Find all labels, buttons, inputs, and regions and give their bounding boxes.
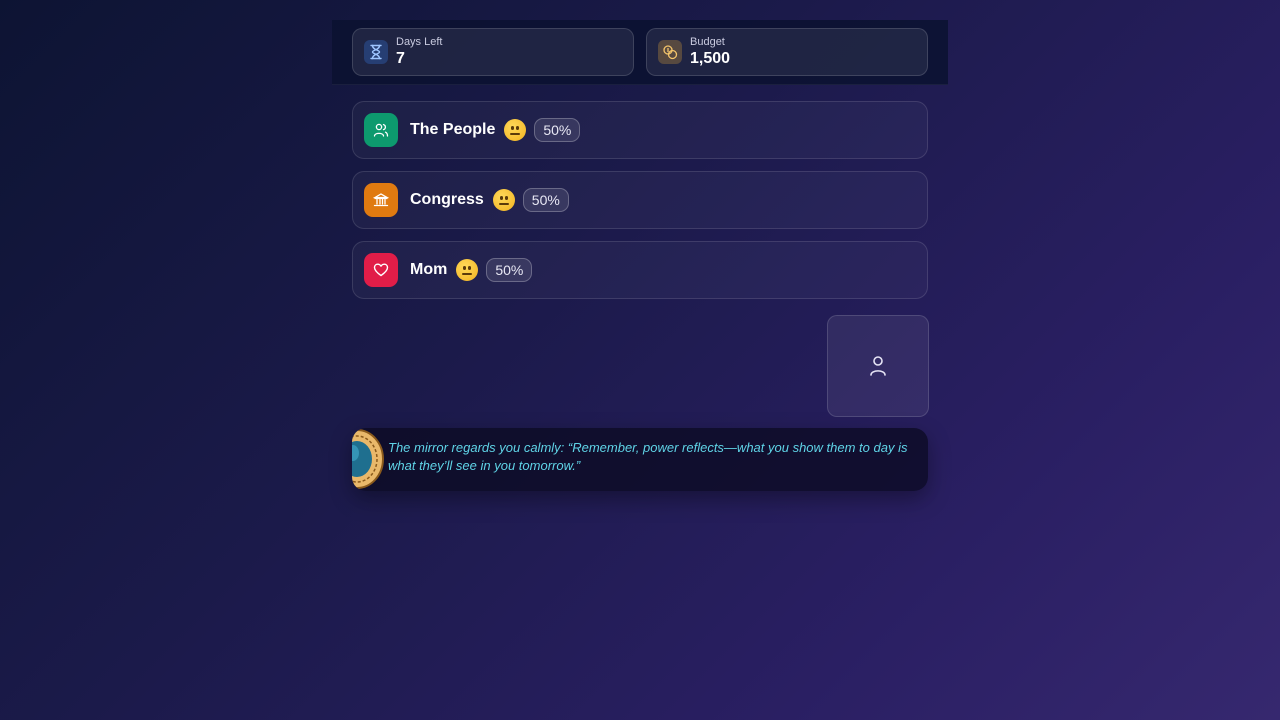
budget-stat: Budget 1,500 (646, 28, 928, 76)
approval-badge: 50% (486, 258, 533, 282)
neutral-face-emoji (492, 189, 515, 211)
player-avatar-card[interactable] (827, 315, 929, 417)
mirror-message-panel: The mirror regards you calmly: “Remember… (352, 428, 928, 491)
neutral-face-emoji (456, 259, 479, 281)
coins-icon (658, 40, 682, 64)
faction-name: Mom (410, 261, 448, 278)
faction-card-the-people[interactable]: The People 50% (352, 101, 928, 159)
faction-list: The People 50% Congress 50% Mom 50% (332, 85, 948, 299)
capitol-icon (364, 183, 398, 217)
days-left-value: 7 (396, 50, 405, 67)
faction-name: Congress (410, 191, 484, 208)
game-hud: Days Left 7 Budget 1,500 The People 50% … (332, 20, 948, 311)
neutral-face-emoji (504, 119, 527, 141)
people-icon (364, 113, 398, 147)
days-left-label: Days Left (396, 36, 443, 48)
faction-card-mom[interactable]: Mom 50% (352, 241, 928, 299)
mirror-message: The mirror regards you calmly: “Remember… (388, 440, 908, 473)
budget-value: 1,500 (690, 50, 731, 67)
approval-badge: 50% (522, 188, 569, 212)
status-bar: Days Left 7 Budget 1,500 (332, 20, 948, 85)
heart-icon (364, 253, 398, 287)
approval-badge: 50% (534, 118, 581, 142)
budget-label: Budget (690, 36, 725, 48)
faction-name: The People (410, 121, 496, 138)
hourglass-icon (364, 40, 388, 64)
magic-mirror-icon (352, 429, 384, 489)
days-left-stat: Days Left 7 (352, 28, 634, 76)
user-icon (870, 356, 886, 376)
faction-card-congress[interactable]: Congress 50% (352, 171, 928, 229)
